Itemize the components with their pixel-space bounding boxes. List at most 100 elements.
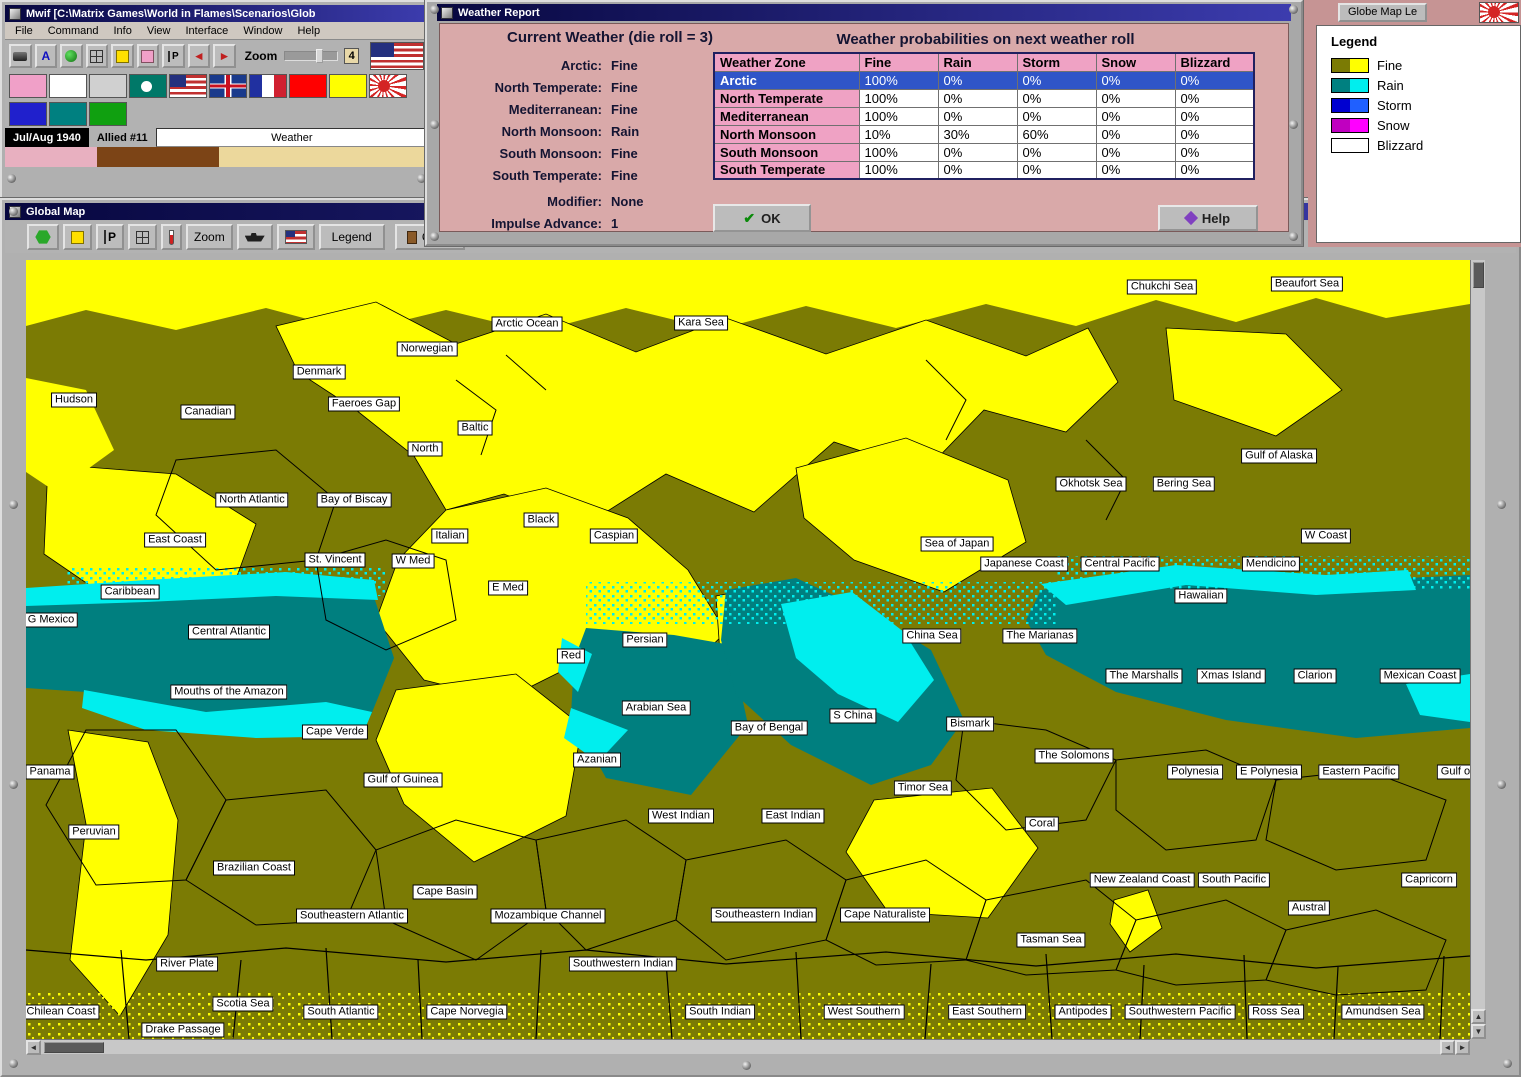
zoom-slider[interactable] <box>284 49 339 63</box>
menu-info[interactable]: Info <box>113 25 131 37</box>
grid-button[interactable] <box>128 224 158 250</box>
color-swatch[interactable] <box>329 74 367 98</box>
ok-button[interactable]: ✔ OK <box>713 204 811 232</box>
sea-zone-label: W Coast <box>1300 528 1352 544</box>
back-button[interactable]: ◄ <box>187 44 211 68</box>
probability-cell: 0% <box>1095 160 1176 180</box>
teal-disc-flag[interactable] <box>129 74 167 98</box>
map-vertical-scrollbar[interactable]: ▲ ▼ <box>1470 260 1486 1039</box>
sea-zone-label: Arabian Sea <box>621 700 691 716</box>
us-flag[interactable] <box>169 74 207 98</box>
zoom-value: 4 <box>344 48 360 64</box>
scroll-up-button[interactable]: ▲ <box>1471 1009 1486 1024</box>
weather-table-row[interactable]: South Monsoon 100% 0% 0% 0% 0% <box>713 142 1255 162</box>
color-swatch[interactable] <box>49 74 87 98</box>
scroll-right-button[interactable]: ► <box>1455 1040 1470 1055</box>
scroll-left-button-2[interactable]: ◄ <box>1440 1040 1455 1055</box>
weather-zone-value: Rain <box>611 123 640 139</box>
weather-zone-cell: Mediterranean <box>713 106 860 126</box>
uk-flag[interactable] <box>209 74 247 98</box>
sea-zone-label: Cape Verde <box>301 724 369 740</box>
yellow-marker-button[interactable] <box>111 44 134 68</box>
naval-units-button[interactable] <box>236 224 273 250</box>
scroll-down-button[interactable]: ▼ <box>1471 1024 1486 1039</box>
france-flag[interactable] <box>249 74 287 98</box>
sea-zone-label: Azanian <box>573 752 621 768</box>
sea-zone-label: Timor Sea <box>893 780 953 796</box>
color-swatch[interactable] <box>49 102 87 126</box>
help-button[interactable]: Help <box>1158 205 1258 231</box>
zoom-button[interactable]: Zoom <box>186 224 233 250</box>
hscroll-thumb[interactable] <box>44 1042 104 1053</box>
thermometer-button[interactable] <box>161 224 183 250</box>
grid-button[interactable] <box>85 44 109 68</box>
weather-table-header-cell: Snow <box>1095 52 1176 72</box>
color-swatch[interactable] <box>9 102 47 126</box>
sea-zone-label: Xmas Island <box>1196 668 1266 684</box>
flag-p-button[interactable]: P <box>96 224 125 250</box>
flag-p-button[interactable]: P <box>162 44 185 68</box>
japan-ensign-flag[interactable] <box>369 74 407 98</box>
window-icon <box>441 6 453 19</box>
probability-cell: 0% <box>937 106 1018 126</box>
menu-view[interactable]: View <box>147 25 171 37</box>
color-swatch[interactable] <box>289 74 327 98</box>
flags-button[interactable] <box>276 224 315 250</box>
weather-zone-value: Fine <box>611 101 638 117</box>
sea-zone-label: Gulf of <box>1436 764 1470 780</box>
menu-interface[interactable]: Interface <box>186 25 229 37</box>
weather-table-row[interactable]: Mediterranean 100% 0% 0% 0% 0% <box>713 106 1255 126</box>
turn-date: Jul/Aug 1940 <box>5 128 89 147</box>
legend-item-label: Snow <box>1377 117 1410 133</box>
weather-table-row[interactable]: South Temperate 100% 0% 0% 0% 0% <box>713 160 1255 180</box>
sea-zone-label: Southeastern Indian <box>710 907 818 923</box>
menu-help[interactable]: Help <box>297 25 320 37</box>
menu-command[interactable]: Command <box>48 25 99 37</box>
map-horizontal-scrollbar[interactable]: ◄ ◄ ► <box>26 1039 1470 1055</box>
color-swatch[interactable] <box>89 102 127 126</box>
color-swatch[interactable] <box>89 74 127 98</box>
zoom-slider-thumb[interactable] <box>316 49 324 63</box>
sea-zone-label: Capricorn <box>1401 872 1457 888</box>
sea-zone-label: The Marianas <box>1002 628 1078 644</box>
probability-cell: 0% <box>937 142 1018 162</box>
unit-icon <box>13 51 28 61</box>
us-flag[interactable] <box>370 42 424 70</box>
weather-table-row[interactable]: Arctic 100% 0% 0% 0% 0% <box>713 70 1255 90</box>
legend-item-blizzard: Blizzard <box>1317 135 1520 155</box>
scroll-left-button[interactable]: ◄ <box>26 1040 41 1055</box>
hex-grid-button[interactable] <box>27 224 59 250</box>
text-label-button[interactable]: A <box>34 44 58 68</box>
weather-table-row[interactable]: North Monsoon 10% 30% 60% 0% 0% <box>713 124 1255 144</box>
probability-cell: 0% <box>1016 142 1097 162</box>
world-map-canvas[interactable]: Hudson Chukchi Sea Beaufort Sea Arctic Ocea… <box>26 260 1470 1039</box>
legend-window-title[interactable]: Globe Map Le <box>1338 2 1428 22</box>
globe-button[interactable] <box>60 44 83 68</box>
sea-zone-label: E Polynesia <box>1235 764 1303 780</box>
vscroll-thumb[interactable] <box>1473 262 1484 288</box>
probability-cell: 0% <box>937 70 1018 90</box>
main-titlebar[interactable]: Mwif [C:\Matrix Games\World in Flames\Sc… <box>5 5 428 22</box>
legend-color-swatch <box>1331 137 1369 153</box>
weather-table-header-cell: Storm <box>1016 52 1097 72</box>
weather-report-window: Weather Report Current Weather (die roll… <box>425 0 1303 246</box>
legend-button[interactable]: Legend <box>318 224 385 250</box>
probability-cell: 10% <box>858 124 939 144</box>
menu-window[interactable]: Window <box>243 25 282 37</box>
japan-ensign-flag <box>1479 1 1519 23</box>
sea-zone-label: G Mexico <box>26 612 79 628</box>
sea-zone-label: Southeastern Atlantic <box>296 908 408 924</box>
menu-file[interactable]: File <box>15 25 33 37</box>
probability-cell: 100% <box>858 106 939 126</box>
globe-icon <box>65 50 78 62</box>
palette-row-2 <box>5 100 428 128</box>
pink-marker-button[interactable] <box>136 44 160 68</box>
sea-zone-label: Coral <box>1024 816 1060 832</box>
units-button[interactable] <box>9 44 32 68</box>
weather-table-row[interactable]: North Temperate 100% 0% 0% 0% 0% <box>713 88 1255 108</box>
color-swatch[interactable] <box>9 74 47 98</box>
forward-button[interactable]: ► <box>213 44 236 68</box>
weather-table-header-cell: Fine <box>858 52 939 72</box>
marker-button[interactable] <box>63 224 92 250</box>
weather-report-titlebar[interactable]: Weather Report <box>437 4 1291 21</box>
